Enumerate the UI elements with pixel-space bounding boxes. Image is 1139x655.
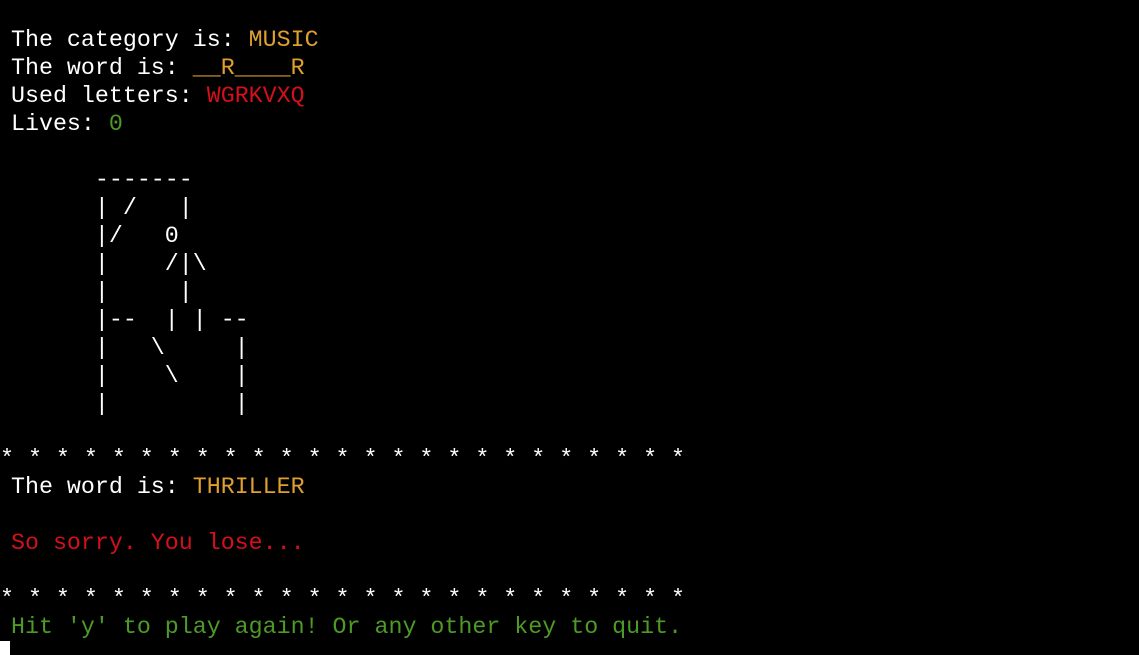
masked-word: __R____R — [192, 55, 305, 81]
separator-bottom: * * * * * * * * * * * * * * * * * * * * … — [0, 586, 686, 612]
lives-label: Lives: — [11, 111, 109, 137]
play-again-prompt: Hit 'y' to play again! Or any other key … — [11, 614, 683, 640]
gallows-line: | /|\ — [11, 251, 207, 277]
gallows-line: ------- — [11, 167, 193, 193]
used-letters-line: Used letters: WGRKVXQ — [11, 82, 305, 110]
result-word-line: The word is: THRILLER — [11, 473, 305, 501]
gallows-line: | \ | — [11, 363, 249, 389]
word-line: The word is: __R____R — [11, 54, 305, 82]
result-word-value: THRILLER — [192, 474, 305, 500]
category-value: MUSIC — [248, 27, 319, 53]
lives-line: Lives: 0 — [11, 110, 123, 138]
word-label: The word is: — [11, 55, 193, 81]
used-letters-value: WGRKVXQ — [206, 83, 305, 109]
gallows-line: |/ 0 — [11, 223, 179, 249]
terminal-window: The category is: MUSIC The word is: __R_… — [0, 0, 1139, 655]
gallows-line: | / | — [11, 195, 193, 221]
gallows-line: | | — [11, 391, 249, 417]
terminal-cursor[interactable] — [0, 641, 10, 655]
used-letters-label: Used letters: — [11, 83, 207, 109]
lives-value: 0 — [108, 111, 123, 137]
lose-message: So sorry. You lose... — [11, 530, 305, 556]
separator-top: * * * * * * * * * * * * * * * * * * * * … — [0, 446, 686, 472]
gallows-line: |-- | | -- — [11, 307, 249, 333]
result-word-label: The word is: — [11, 474, 193, 500]
category-label: The category is: — [11, 27, 249, 53]
category-line: The category is: MUSIC — [11, 26, 319, 54]
gallows-line: | | — [11, 279, 193, 305]
gallows-line: | \ | — [11, 335, 249, 361]
